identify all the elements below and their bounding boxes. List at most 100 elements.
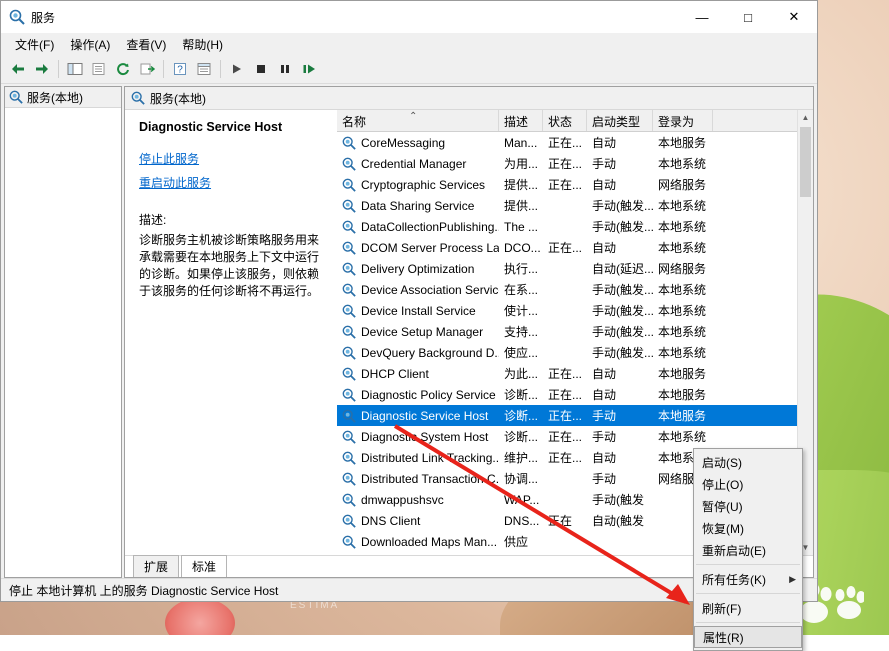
- service-name-cell: CoreMessaging: [337, 136, 499, 150]
- service-item-icon: [342, 178, 356, 192]
- restart-service-link[interactable]: 重启动此服务: [139, 174, 327, 191]
- table-row[interactable]: Diagnostic Policy Service诊断...正在...自动本地服…: [337, 384, 797, 405]
- export-icon[interactable]: [136, 58, 158, 80]
- service-name-cell: DevQuery Background D...: [337, 346, 499, 360]
- service-name-cell: DCOM Server Process La...: [337, 241, 499, 255]
- service-name-text: dmwappushsvc: [361, 493, 444, 507]
- stop-service-link[interactable]: 停止此服务: [139, 150, 327, 167]
- ctx-stop[interactable]: 停止(O): [694, 473, 802, 495]
- ctx-start[interactable]: 启动(S): [694, 451, 802, 473]
- table-row[interactable]: Data Sharing Service提供...手动(触发...本地系统: [337, 195, 797, 216]
- service-name-cell: DNS Client: [337, 514, 499, 528]
- service-startup-cell: 手动: [587, 470, 653, 487]
- service-item-icon: [342, 220, 356, 234]
- column-status[interactable]: 状态: [543, 110, 587, 131]
- table-row[interactable]: DCOM Server Process La...DCO...正在...自动本地…: [337, 237, 797, 258]
- pause-service-icon[interactable]: [274, 58, 296, 80]
- table-row[interactable]: CoreMessagingMan...正在...自动本地服务: [337, 132, 797, 153]
- service-logon-cell: 本地系统: [653, 218, 713, 235]
- service-item-icon: [342, 283, 356, 297]
- ctx-all-tasks[interactable]: 所有任务(K)▶: [694, 568, 802, 590]
- service-item-icon: [342, 535, 356, 549]
- back-icon[interactable]: [7, 58, 29, 80]
- ctx-all-tasks-label: 所有任务(K): [702, 571, 766, 588]
- maximize-button[interactable]: □: [725, 2, 771, 33]
- service-status-cell: 正在...: [543, 449, 587, 466]
- service-name-cell: Diagnostic System Host: [337, 430, 499, 444]
- table-row[interactable]: Device Setup Manager支持...手动(触发...本地系统: [337, 321, 797, 342]
- column-name[interactable]: 名称 ⌃: [337, 110, 499, 131]
- service-description-cell: 使计...: [499, 302, 543, 319]
- minimize-button[interactable]: —: [679, 2, 725, 33]
- menu-action[interactable]: 操作(A): [62, 33, 118, 56]
- service-item-icon: [342, 262, 356, 276]
- service-logon-cell: 本地服务: [653, 386, 713, 403]
- stop-service-icon[interactable]: [250, 58, 272, 80]
- column-description[interactable]: 描述: [499, 110, 543, 131]
- console-tree-root-label[interactable]: 服务(本地): [27, 89, 83, 106]
- service-name-cell: Diagnostic Policy Service: [337, 388, 499, 402]
- close-button[interactable]: ✕: [771, 2, 817, 33]
- table-row[interactable]: Device Install Service使计...手动(触发...本地系统: [337, 300, 797, 321]
- table-row[interactable]: Credential Manager为用...正在...手动本地系统: [337, 153, 797, 174]
- tab-extended[interactable]: 扩展: [133, 555, 179, 577]
- detail-service-name: Diagnostic Service Host: [139, 120, 327, 134]
- table-row[interactable]: Device Association Service在系...手动(触发...本…: [337, 279, 797, 300]
- table-row[interactable]: Diagnostic System Host诊断...正在...手动本地系统: [337, 426, 797, 447]
- ctx-properties[interactable]: 属性(R): [694, 626, 802, 648]
- service-name-text: DCOM Server Process La...: [361, 241, 499, 255]
- service-startup-cell: 手动(触发...: [587, 281, 653, 298]
- service-logon-cell: 本地系统: [653, 428, 713, 445]
- menu-help[interactable]: 帮助(H): [174, 33, 231, 56]
- service-status-cell: 正在: [543, 512, 587, 529]
- service-logon-cell: 本地系统: [653, 302, 713, 319]
- scroll-up-arrow-icon[interactable]: ▲: [798, 110, 813, 125]
- ctx-pause[interactable]: 暂停(U): [694, 495, 802, 517]
- column-startup-type[interactable]: 启动类型: [587, 110, 653, 131]
- table-row[interactable]: Delivery Optimization执行...自动(延迟...网络服务: [337, 258, 797, 279]
- context-menu-separator: [696, 622, 800, 623]
- result-pane-header: 服务(本地): [125, 87, 813, 110]
- service-status-cell: 正在...: [543, 365, 587, 382]
- column-log-on-as[interactable]: 登录为: [653, 110, 713, 131]
- start-service-icon[interactable]: [226, 58, 248, 80]
- table-row[interactable]: DHCP Client为此...正在...自动本地服务: [337, 363, 797, 384]
- service-name-text: Delivery Optimization: [361, 262, 474, 276]
- services-list-header: 名称 ⌃ 描述 状态 启动类型 登录为: [337, 110, 797, 132]
- service-name-text: Downloaded Maps Man...: [361, 535, 497, 549]
- service-description-cell: 执行...: [499, 260, 543, 277]
- scrollbar-thumb[interactable]: [800, 127, 811, 197]
- photo-flower: [165, 598, 235, 635]
- ctx-resume[interactable]: 恢复(M): [694, 517, 802, 539]
- help-icon[interactable]: ?: [169, 58, 191, 80]
- services-node-icon-header: [131, 91, 145, 105]
- toolbar-separator-1: [58, 60, 59, 78]
- table-row[interactable]: DataCollectionPublishing...The ...手动(触发.…: [337, 216, 797, 237]
- ctx-refresh[interactable]: 刷新(F): [694, 597, 802, 619]
- service-description-cell: 使应...: [499, 344, 543, 361]
- menu-file[interactable]: 文件(F): [7, 33, 62, 56]
- service-description-cell: 协调...: [499, 470, 543, 487]
- export-list-icon[interactable]: [88, 58, 110, 80]
- table-row[interactable]: Diagnostic Service Host诊断...正在...手动本地服务: [337, 405, 797, 426]
- forward-icon[interactable]: [31, 58, 53, 80]
- menu-view[interactable]: 查看(V): [118, 33, 174, 56]
- service-description-cell: 支持...: [499, 323, 543, 340]
- restart-service-icon[interactable]: [298, 58, 320, 80]
- service-item-icon: [342, 325, 356, 339]
- properties-icon[interactable]: [193, 58, 215, 80]
- service-description-cell: 在系...: [499, 281, 543, 298]
- table-row[interactable]: DevQuery Background D...使应...手动(触发...本地系…: [337, 342, 797, 363]
- service-startup-cell: 自动: [587, 239, 653, 256]
- service-name-cell: Credential Manager: [337, 157, 499, 171]
- refresh-icon[interactable]: [112, 58, 134, 80]
- ctx-restart[interactable]: 重新启动(E): [694, 539, 802, 561]
- table-row[interactable]: Cryptographic Services提供...正在...自动网络服务: [337, 174, 797, 195]
- service-item-icon: [342, 388, 356, 402]
- show-hide-console-tree-icon[interactable]: [64, 58, 86, 80]
- service-name-cell: Data Sharing Service: [337, 199, 499, 213]
- service-item-icon: [342, 367, 356, 381]
- tab-standard[interactable]: 标准: [181, 555, 227, 577]
- window-title: 服务: [31, 9, 55, 26]
- service-item-icon: [342, 409, 356, 423]
